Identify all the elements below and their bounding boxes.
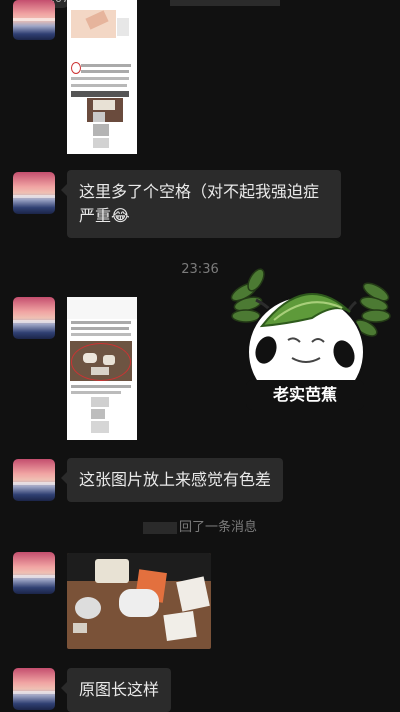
text-message[interactable]: 原图长这样 (60, 668, 172, 712)
sticker-caption: 老实芭蕉 (272, 385, 337, 404)
chat-title-blurred (170, 0, 280, 6)
sticker-banana-panda[interactable]: 老实芭蕉 (226, 262, 396, 418)
image-message[interactable] (67, 297, 137, 440)
avatar[interactable] (13, 552, 55, 594)
image-message[interactable] (67, 553, 211, 649)
text-message[interactable]: 这里多了个空格（对不起我强迫症严重😂 (61, 170, 341, 238)
avatar[interactable] (13, 459, 55, 501)
image-message[interactable] (67, 0, 137, 154)
avatar[interactable] (13, 668, 55, 710)
avatar[interactable] (13, 0, 55, 40)
recall-notice: 回了一条消息 (0, 516, 400, 535)
chat-header: ‹ 107 (0, 0, 400, 8)
avatar[interactable] (13, 297, 55, 339)
blurred-name (142, 521, 177, 534)
avatar[interactable] (13, 172, 55, 214)
text-message[interactable]: 这张图片放上来感觉有色差 (60, 458, 284, 502)
